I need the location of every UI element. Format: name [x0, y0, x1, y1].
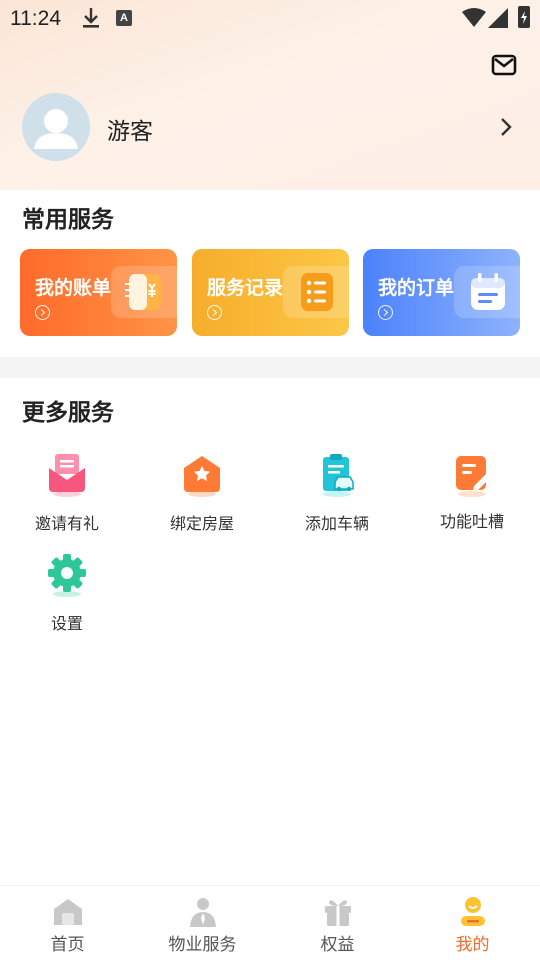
property-service-icon: [190, 898, 216, 927]
card-label: 我的订单: [378, 277, 455, 299]
grid-item-label: 绑定房屋: [169, 514, 234, 533]
card-label: 服务记录: [207, 277, 284, 299]
service-record-icon: [301, 273, 333, 311]
gift-benefits-icon: [325, 900, 351, 926]
settings-item[interactable]: 设置: [12, 552, 122, 634]
status-bar: 11:24 A: [0, 0, 540, 36]
nav-item-benefits[interactable]: 权益: [270, 886, 405, 960]
invite-gift-icon: [49, 454, 85, 497]
nav-item-property-service[interactable]: 物业服务: [135, 886, 270, 960]
bottom-navigation: 首页 物业服务 权益 我的: [0, 885, 540, 960]
wifi-icon: [462, 8, 486, 27]
grid-item-label: 添加车辆: [304, 514, 369, 533]
order-calendar-icon: [471, 273, 505, 310]
common-services-title: 常用服务: [22, 207, 114, 233]
nav-label: 权益: [320, 935, 355, 955]
settings-icon: [48, 554, 86, 597]
arrow-circle-icon: [378, 305, 393, 320]
my-bill-card[interactable]: 我的账单: [20, 249, 177, 336]
more-services-title: 更多服务: [22, 400, 114, 426]
mail-icon[interactable]: [491, 53, 517, 77]
nav-label: 首页: [50, 935, 85, 955]
bind-house-icon: [184, 456, 220, 497]
nav-label: 我的: [455, 935, 490, 955]
home-icon: [54, 899, 82, 925]
nav-item-home[interactable]: 首页: [0, 886, 135, 960]
grid-item-label: 邀请有礼: [34, 514, 99, 533]
status-time: 11:24: [10, 7, 61, 30]
username[interactable]: 游客: [107, 112, 153, 146]
invite-gift-item[interactable]: 邀请有礼: [12, 452, 122, 534]
signal-icon: [488, 8, 508, 28]
nav-item-mine[interactable]: 我的: [405, 886, 540, 960]
card-label: 我的账单: [35, 277, 112, 299]
my-order-card[interactable]: 我的订单: [363, 249, 520, 336]
bill-icon: [125, 274, 161, 310]
arrow-circle-icon: [207, 305, 222, 320]
grid-item-label: 设置: [50, 614, 83, 633]
nav-label: 物业服务: [168, 935, 237, 955]
chevron-right-icon[interactable]: [497, 116, 515, 138]
service-record-card[interactable]: 服务记录: [192, 249, 349, 336]
section-divider: [0, 357, 540, 378]
add-vehicle-icon: [323, 454, 354, 497]
user-silhouette-icon: [34, 109, 78, 149]
battery-icon: [518, 6, 530, 28]
feedback-item[interactable]: 功能吐槽: [417, 452, 527, 532]
grid-item-label: 功能吐槽: [439, 512, 504, 531]
avatar[interactable]: [22, 93, 90, 161]
keyboard-a-icon: A: [116, 10, 132, 26]
arrow-circle-icon: [35, 305, 50, 320]
profile-icon: [461, 897, 485, 926]
bind-house-item[interactable]: 绑定房屋: [147, 452, 257, 534]
download-icon: [83, 8, 99, 28]
feedback-icon: [456, 456, 490, 497]
add-vehicle-item[interactable]: 添加车辆: [282, 452, 392, 534]
